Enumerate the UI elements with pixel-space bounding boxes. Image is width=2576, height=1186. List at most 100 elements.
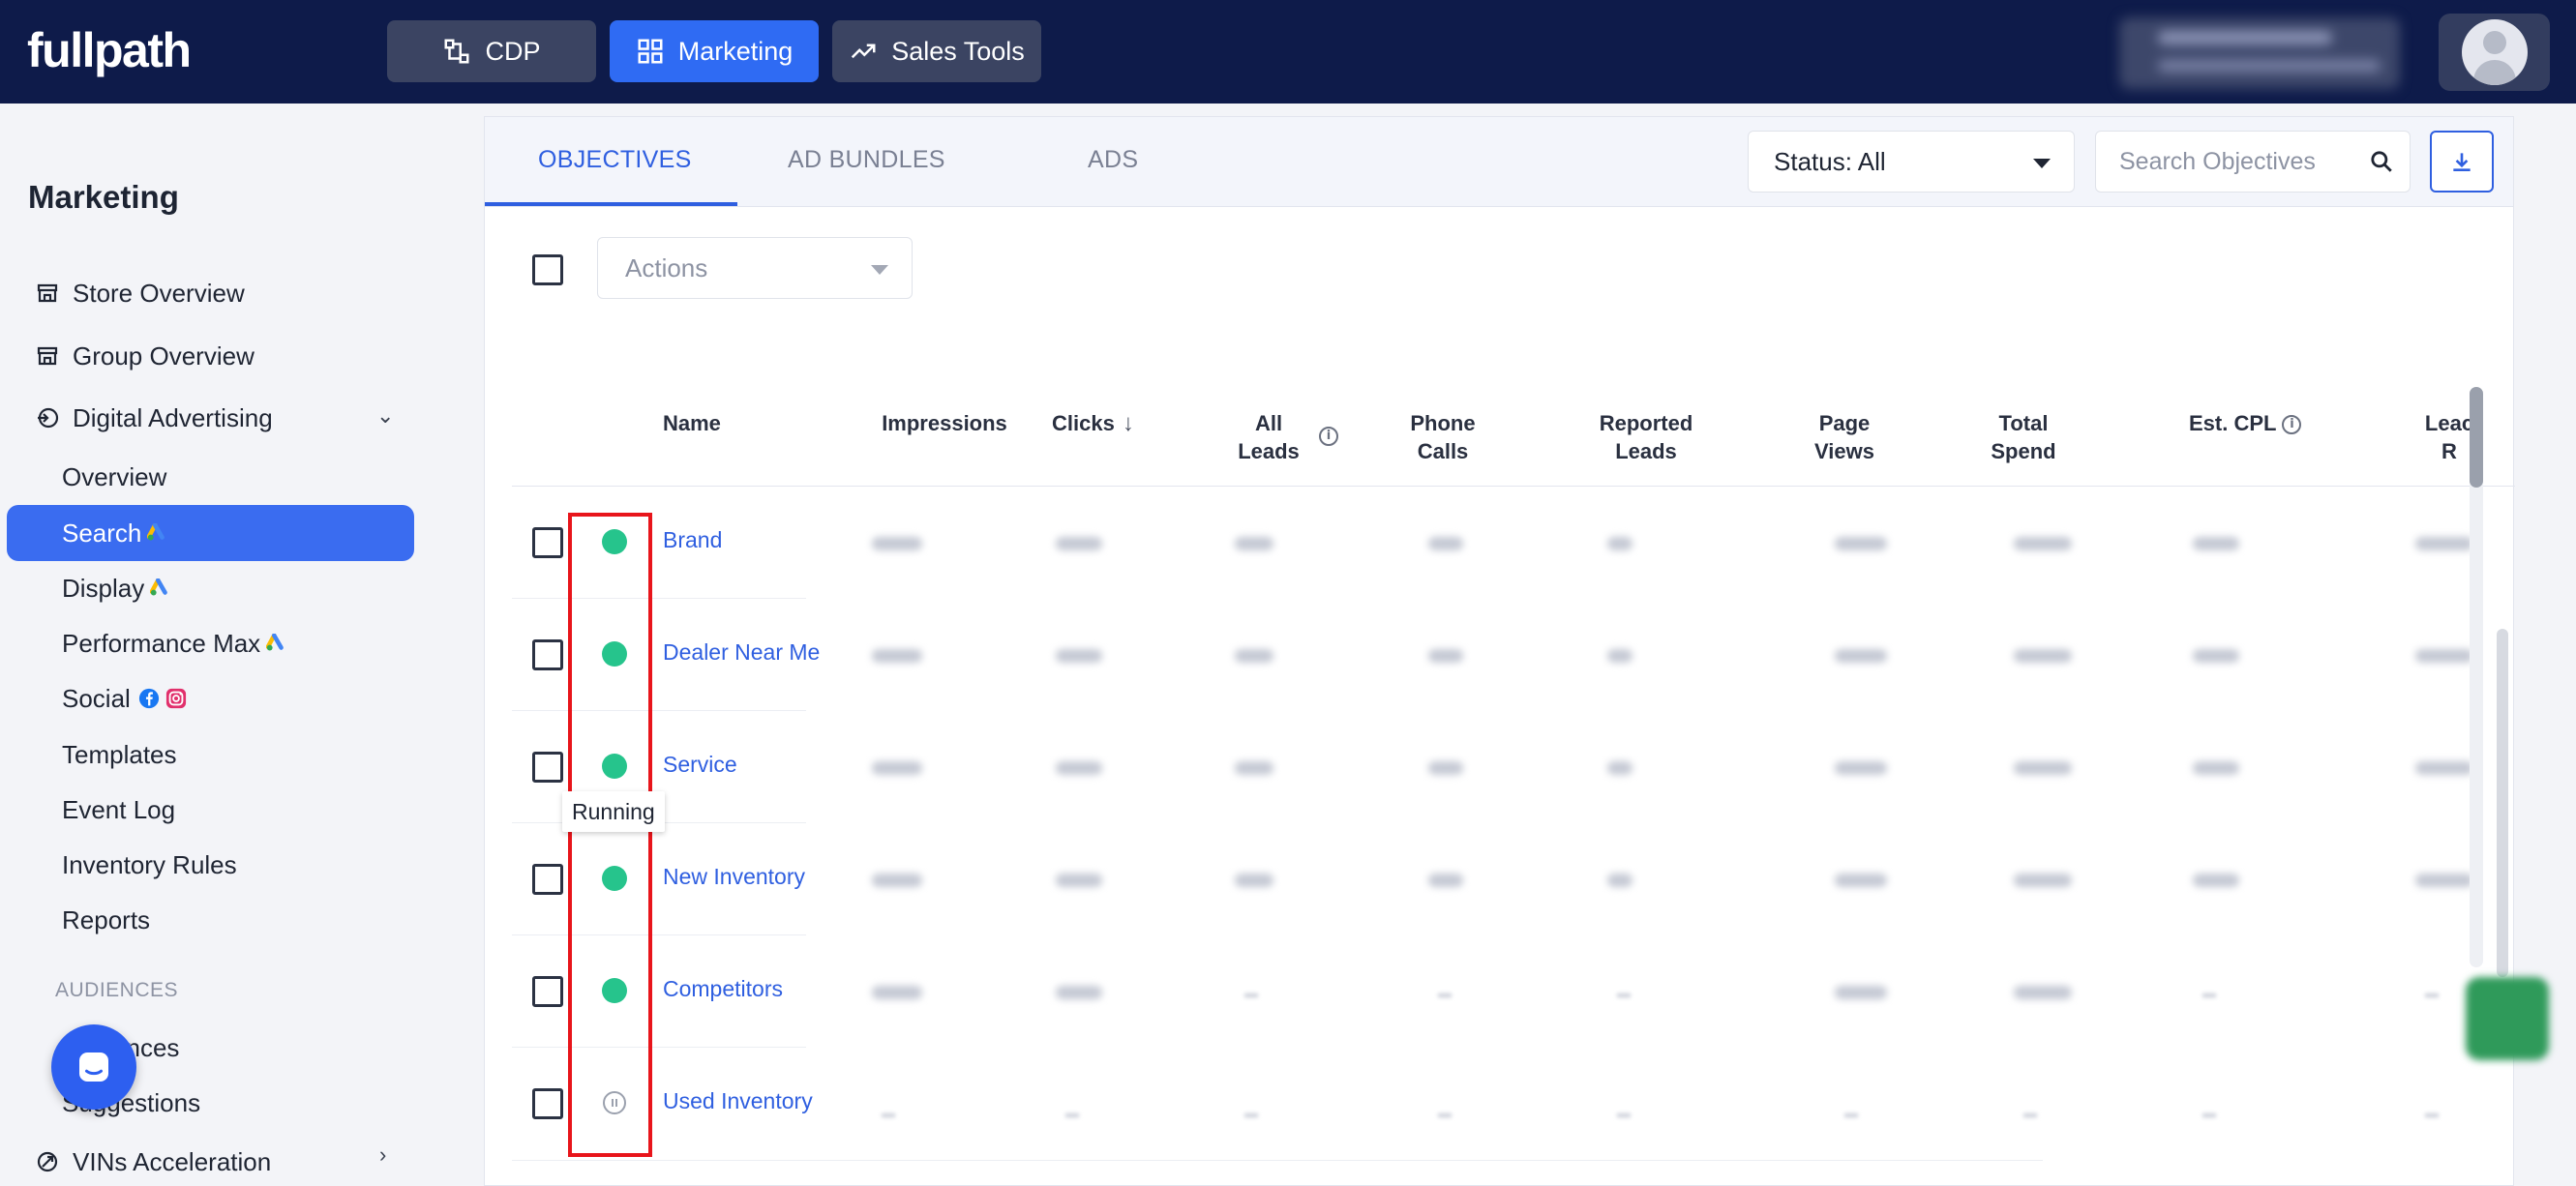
nav-marketing-label: Marketing [677,36,794,66]
row-checkbox[interactable] [532,639,563,670]
table-scrollbar-thumb[interactable] [2470,387,2483,488]
help-widget-button[interactable] [2466,977,2549,1060]
column-header-reported-leads[interactable]: Reported Leads [1569,409,1723,465]
sidebar-item-digital-advertising[interactable]: Digital Advertising [36,399,273,437]
info-icon[interactable]: i [1319,427,1338,446]
search-objectives-box[interactable] [2095,131,2411,193]
column-header-phone-calls[interactable]: Phone Calls [1375,409,1511,465]
column-header-reported-leads-line1: Reported [1599,411,1693,435]
column-header-total-spend[interactable]: Total Spend [1956,409,2091,465]
blurred-metric-cell [1244,1113,1258,1117]
nav-marketing-button[interactable]: Marketing [610,20,819,82]
column-header-all-leads-line1: All [1254,411,1283,435]
column-header-all-leads[interactable]: All Leads [1201,409,1336,465]
download-button[interactable] [2430,131,2494,193]
blurred-metric-cell [2193,649,2239,663]
page-scrollbar[interactable] [2497,629,2508,977]
tab-ads[interactable]: ADS [1088,146,1138,174]
row-divider [512,934,806,935]
sidebar-item-label: Inventory Rules [62,849,237,879]
row-checkbox[interactable] [532,1088,563,1119]
status-column-highlight [568,513,652,1157]
row-name-link[interactable]: Dealer Near Me [663,639,820,666]
row-checkbox[interactable] [532,864,563,895]
sidebar-item-display[interactable]: Display [62,569,171,608]
row-name-link[interactable]: Brand [663,527,722,553]
column-header-all-leads-line2: Leads [1238,439,1300,463]
blurred-metric-cell [2193,761,2239,775]
actions-dropdown[interactable]: Actions [597,237,913,299]
blurred-metric-cell [2425,993,2439,997]
sidebar-item-inventory-rules[interactable]: Inventory Rules [62,845,237,884]
row-name-link[interactable]: Service [663,752,737,778]
sidebar-item-vins-acceleration[interactable]: VINs Acceleration [36,1142,271,1181]
column-header-phone-calls-line2: Calls [1417,439,1469,463]
blurred-metric-cell [882,1113,895,1117]
nav-sales-tools-button[interactable]: Sales Tools [832,20,1041,82]
sidebar-item-overview[interactable]: Overview [62,458,166,496]
tab-objectives[interactable]: OBJECTIVES [538,146,692,174]
sidebar-item-templates[interactable]: Templates [62,735,177,774]
blurred-metric-cell [1428,761,1463,775]
sidebar-item-performance-max[interactable]: Performance Max [62,624,287,663]
fullpath-logo[interactable]: fullpath [27,21,192,79]
status-filter-select[interactable]: Status: All [1748,131,2075,193]
row-checkbox[interactable] [532,752,563,783]
nav-cdp-button[interactable]: CDP [387,20,596,82]
blurred-metric-cell [1056,649,1102,663]
sidebar-item-event-log[interactable]: Event Log [62,790,175,829]
column-header-impressions[interactable]: Impressions [872,409,1017,437]
column-header-total-spend-line2: Spend [1991,439,2056,463]
caret-down-icon [871,265,888,275]
row-checkbox[interactable] [532,976,563,1007]
blurred-metric-cell [2014,761,2072,775]
blurred-metric-cell [872,986,922,999]
sidebar-item-social[interactable]: Social [62,679,187,718]
nav-cdp-label: CDP [485,36,541,66]
table-header-divider [512,486,2515,487]
column-header-est-cpl[interactable]: Est. CPL i [2189,409,2302,437]
search-icon[interactable] [2369,149,2394,174]
sidebar-item-label: Templates [62,739,177,769]
blurred-metric-cell [1428,537,1463,550]
blurred-metric-cell [1065,1113,1079,1117]
sidebar-item-reports[interactable]: Reports [62,901,150,939]
blurred-metric-cell [872,761,922,775]
sidebar-item-store-overview[interactable]: Store Overview [36,274,245,312]
active-tab-indicator [485,202,737,206]
account-switcher[interactable] [2119,17,2400,89]
download-icon [2453,153,2471,171]
column-header-page-views[interactable]: Page Views [1777,409,1912,465]
user-menu-button[interactable] [2439,14,2550,91]
row-checkbox[interactable] [532,527,563,558]
sidebar-item-label: Social [62,683,131,713]
row-name-link[interactable]: New Inventory [663,864,805,890]
blurred-metric-cell [2023,1113,2037,1117]
sidebar-item-group-overview[interactable]: Group Overview [36,337,255,375]
sidebar-item-search-label-wrap[interactable]: Search [62,514,168,552]
column-header-name[interactable]: Name [663,409,721,437]
rocket-icon [37,1151,58,1172]
blurred-metric-cell [1607,649,1632,663]
chat-support-button[interactable] [51,1024,136,1110]
search-objectives-input[interactable] [2119,132,2361,192]
blurred-metric-cell [1438,993,1452,997]
row-name-link[interactable]: Competitors [663,976,783,1002]
info-icon[interactable]: i [2282,415,2302,435]
chevron-right-icon[interactable]: › [379,1142,386,1168]
blurred-metric-cell [872,874,922,887]
blurred-metric-cell [1056,761,1102,775]
select-all-checkbox[interactable] [532,254,563,285]
tab-ad-bundles[interactable]: AD BUNDLES [788,146,945,174]
nav-sales-tools-label: Sales Tools [891,36,1025,66]
blurred-metric-cell [2415,537,2473,550]
blurred-metric-cell [2014,649,2072,663]
column-header-clicks[interactable]: Clicks ↓ [1052,409,1134,437]
sidebar-item-label: Search [62,518,142,548]
row-name-link[interactable]: Used Inventory [663,1088,813,1114]
chevron-down-icon[interactable]: ⌄ [376,403,394,429]
google-ads-icon [150,578,168,596]
sidebar-title: Marketing [28,179,179,215]
sidebar-section-audiences: AUDIENCES [55,979,179,1001]
blurred-metric-cell [2193,874,2239,887]
